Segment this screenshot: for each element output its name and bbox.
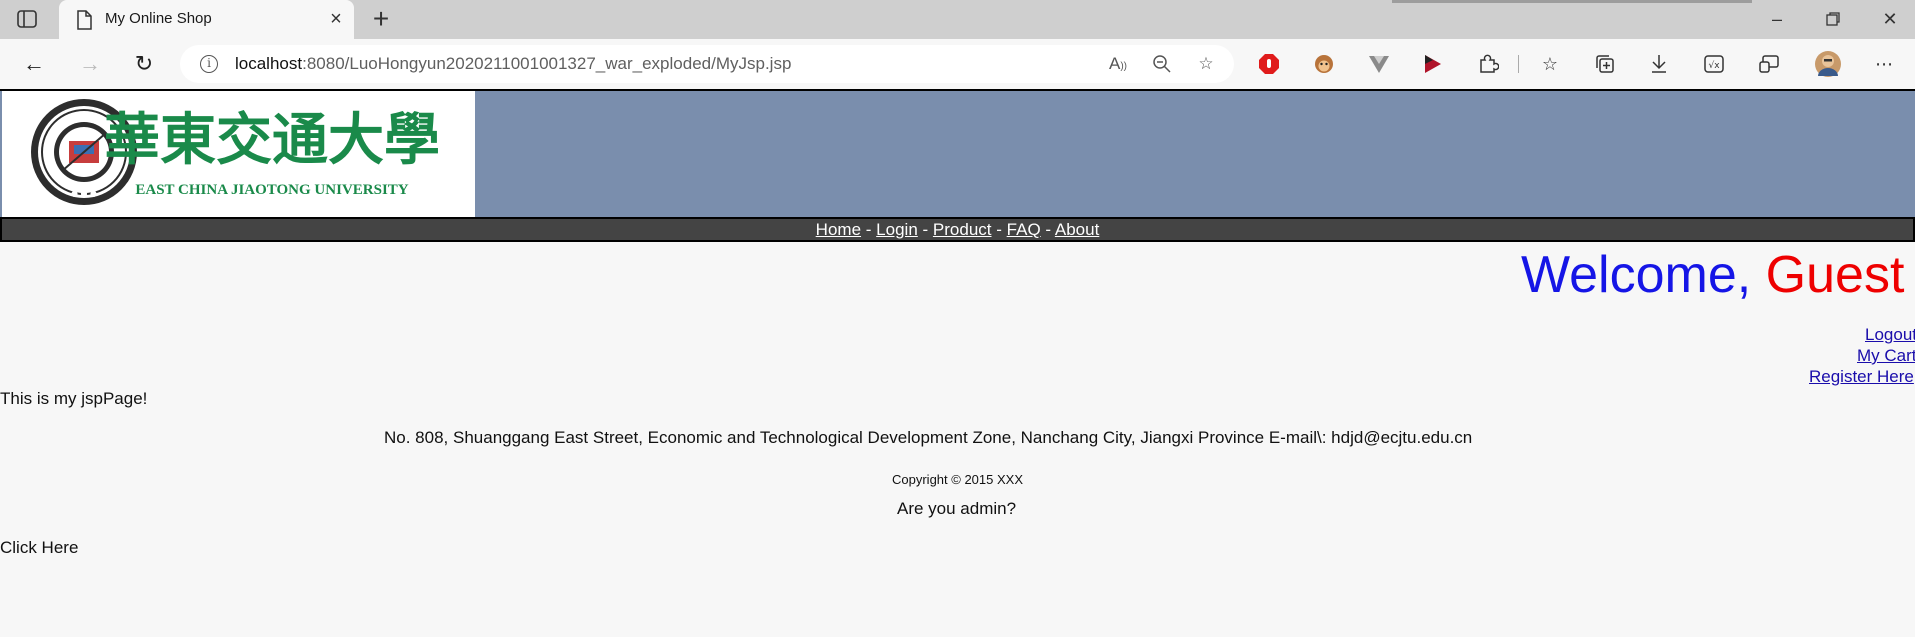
- tab-my-online-shop[interactable]: My Online Shop ×: [59, 0, 354, 39]
- site-header: ● ● ● 華東交通大學 EAST CHINA JIAOTONG UNIVERS…: [0, 89, 1915, 217]
- nav-home-link[interactable]: Home: [816, 220, 861, 239]
- close-tab-icon[interactable]: ×: [327, 9, 345, 29]
- minimize-icon[interactable]: –: [1762, 6, 1792, 32]
- welcome-prefix: Welcome,: [1521, 246, 1752, 304]
- svg-text:● ● ●: ● ● ●: [71, 189, 97, 198]
- new-tab-icon[interactable]: +: [368, 5, 394, 33]
- welcome-user: Guest: [1765, 246, 1905, 304]
- welcome-heading: Welcome, Guest: [1521, 243, 1904, 307]
- nav-faq-link[interactable]: FAQ: [1007, 220, 1041, 239]
- window-drag-strip: [1392, 0, 1752, 3]
- screen-cast-icon[interactable]: [1756, 51, 1782, 77]
- nav-login-link[interactable]: Login: [876, 220, 918, 239]
- click-here-link[interactable]: Click Here: [0, 538, 78, 558]
- footer-copyright: Copyright © 2015 XXX: [892, 472, 1023, 487]
- extensions-puzzle-icon[interactable]: [1475, 51, 1501, 77]
- nav-about-link[interactable]: About: [1055, 220, 1099, 239]
- body-text: This is my jspPage!: [0, 389, 148, 408]
- footer-address: No. 808, Shuanggang East Street, Economi…: [384, 428, 1473, 447]
- page-content: ● ● ● 華東交通大學 EAST CHINA JIAOTONG UNIVERS…: [0, 89, 1915, 637]
- forward-icon[interactable]: →: [74, 48, 106, 80]
- university-cn-name: 華東交通大學: [104, 107, 440, 173]
- tab-bar: My Online Shop × + – ✕: [0, 0, 1915, 39]
- adblock-extension-icon[interactable]: [1256, 51, 1282, 77]
- read-aloud-icon[interactable]: A)): [1106, 52, 1130, 76]
- register-here-link[interactable]: Register Here: [1809, 367, 1914, 387]
- browser-toolbar: ← → ↻ i localhost:8080/LuoHongyun2020211…: [0, 39, 1915, 89]
- url-path: :8080/LuoHongyun2020211001001327_war_exp…: [302, 54, 792, 73]
- nav-separator: -: [1045, 220, 1052, 239]
- zoom-out-icon[interactable]: [1150, 52, 1174, 76]
- university-en-name: EAST CHINA JIAOTONG UNIVERSITY: [135, 182, 408, 198]
- close-window-icon[interactable]: ✕: [1875, 6, 1905, 32]
- svg-text:√x: √x: [1708, 60, 1720, 71]
- url-text[interactable]: localhost:8080/LuoHongyun202021100100132…: [235, 54, 791, 74]
- refresh-icon[interactable]: ↻: [128, 48, 160, 80]
- media-extension-icon[interactable]: [1420, 51, 1446, 77]
- logout-link[interactable]: Logout: [1865, 325, 1915, 345]
- collections-icon[interactable]: [1592, 51, 1618, 77]
- monkey-extension-icon[interactable]: [1311, 51, 1337, 77]
- vue-devtools-extension-icon[interactable]: [1366, 51, 1392, 77]
- nav-separator: -: [996, 220, 1002, 239]
- admin-question: Are you admin?: [897, 499, 1017, 518]
- favorites-icon[interactable]: ☆: [1537, 51, 1563, 77]
- nav-separator: -: [922, 220, 929, 239]
- back-icon[interactable]: ←: [18, 48, 50, 80]
- nav-separator: -: [865, 220, 872, 239]
- math-solver-icon[interactable]: √x: [1701, 51, 1727, 77]
- page-icon: [75, 10, 93, 30]
- site-navbar: Home - Login - Product - FAQ - About: [0, 217, 1915, 242]
- restore-icon[interactable]: [1818, 6, 1848, 32]
- downloads-icon[interactable]: [1646, 51, 1672, 77]
- more-menu-icon[interactable]: ⋯: [1871, 51, 1897, 77]
- tab-actions-icon[interactable]: [16, 9, 38, 29]
- tab-title: My Online Shop: [105, 10, 212, 27]
- nav-product-link[interactable]: Product: [933, 220, 992, 239]
- address-bar[interactable]: i localhost:8080/LuoHongyun2020211001001…: [180, 45, 1234, 83]
- profile-avatar[interactable]: [1814, 51, 1841, 77]
- my-cart-link[interactable]: My Cart: [1857, 346, 1915, 366]
- url-host: localhost: [235, 54, 303, 73]
- toolbar-separator: [1518, 55, 1519, 73]
- site-info-icon[interactable]: i: [200, 55, 218, 73]
- university-logo: ● ● ● 華東交通大學 EAST CHINA JIAOTONG UNIVERS…: [2, 91, 475, 217]
- add-favorite-icon[interactable]: ☆: [1194, 52, 1218, 76]
